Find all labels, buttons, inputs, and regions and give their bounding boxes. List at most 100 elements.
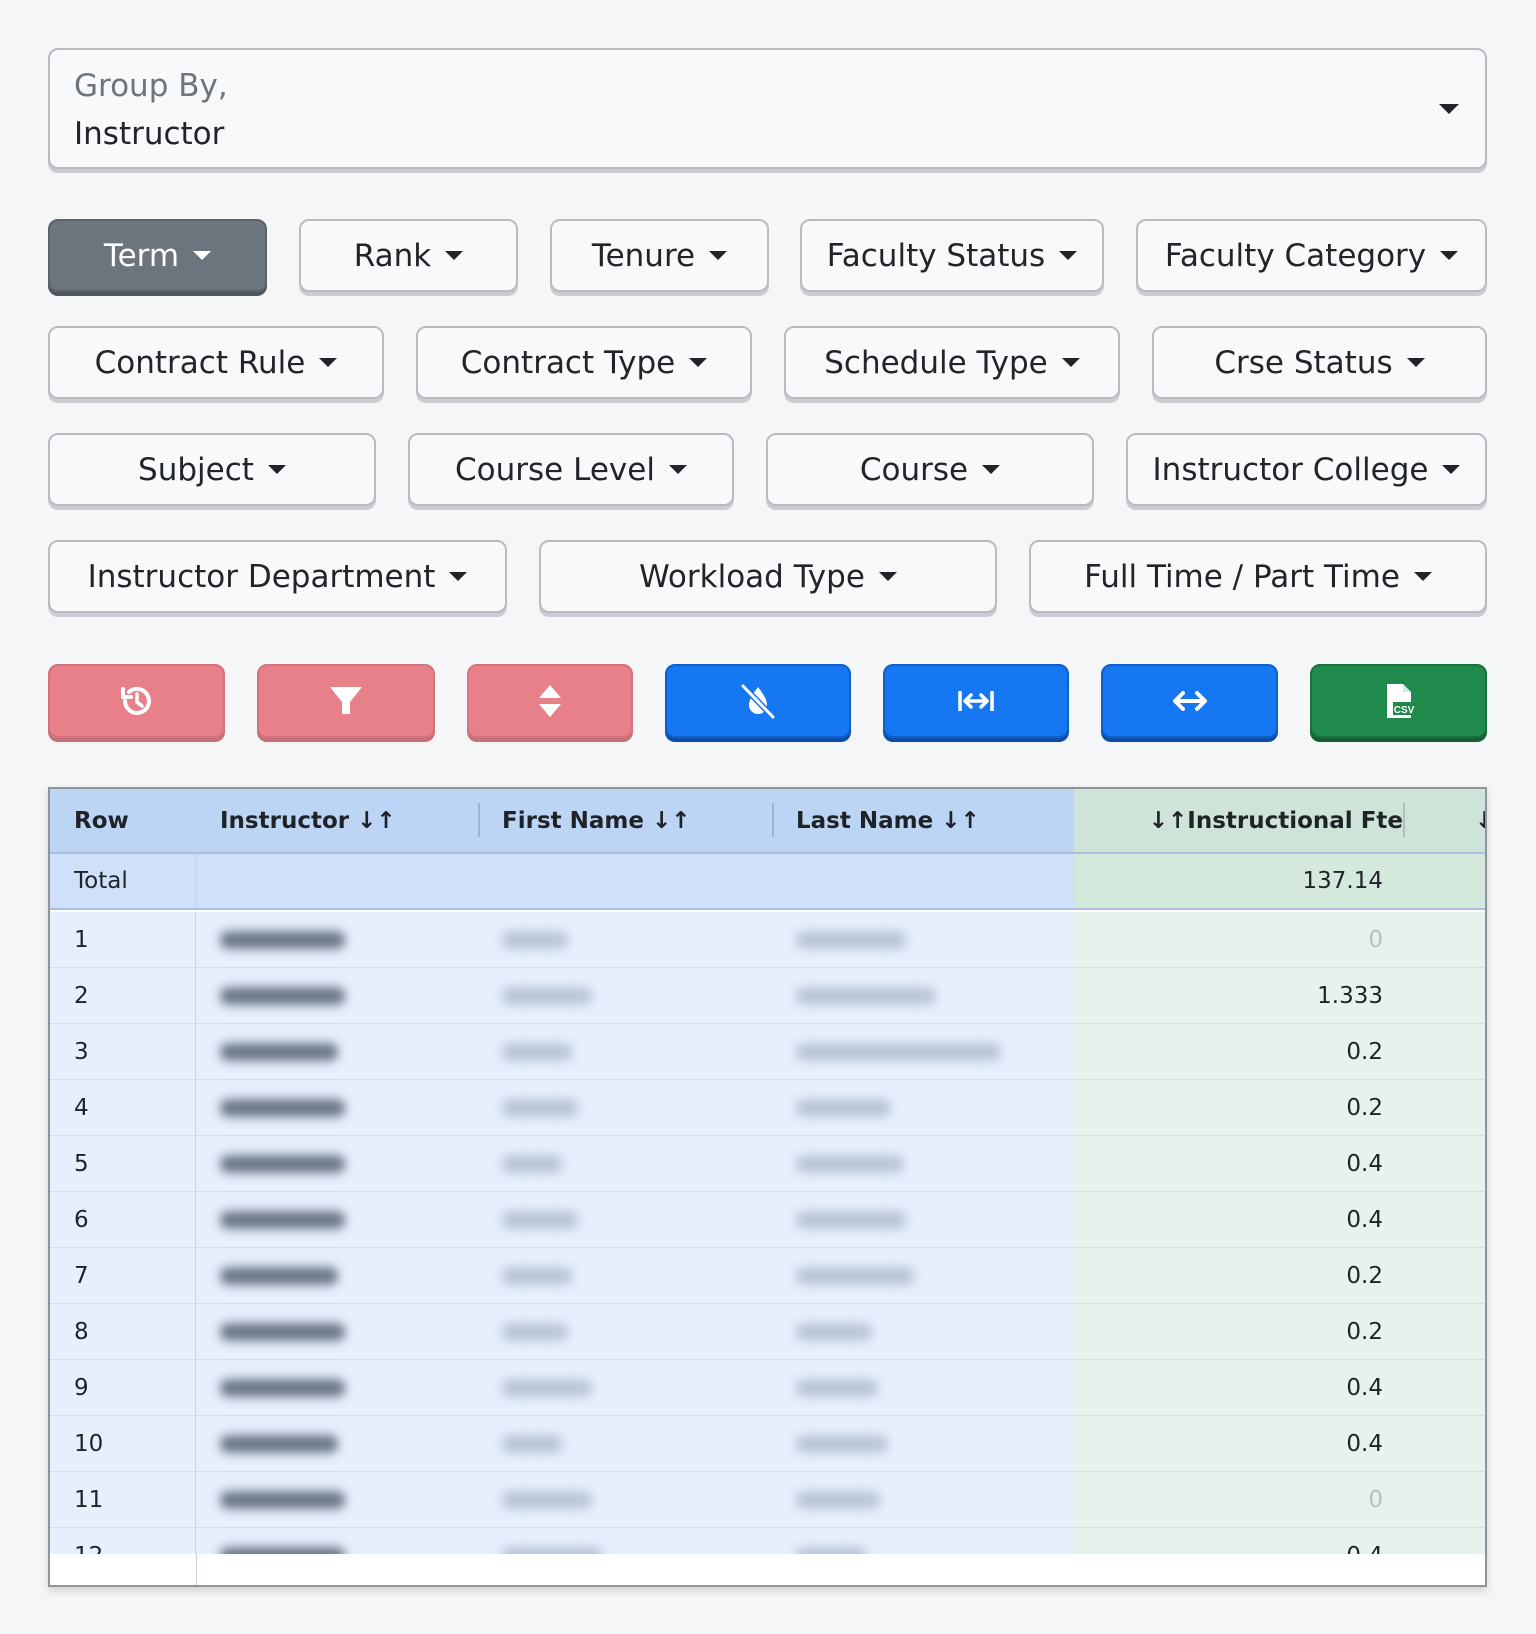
instructional-fte-cell: 0.2	[1074, 1080, 1485, 1135]
instructional-fte-cell: 0.2	[1074, 1304, 1485, 1359]
header-row[interactable]: Row	[50, 789, 196, 852]
last-name-cell-redacted	[772, 1248, 1074, 1303]
filter-faculty-status-dropdown[interactable]: Faculty Status	[800, 219, 1104, 292]
table-row[interactable]: 7 0.2	[50, 1248, 1485, 1304]
table-row[interactable]: 6 0.4	[50, 1192, 1485, 1248]
table-row[interactable]: 4 0.2	[50, 1080, 1485, 1136]
last-name-cell-redacted	[772, 1472, 1074, 1527]
history-icon	[120, 686, 151, 715]
grid-footer-divider	[196, 1554, 197, 1585]
filter-faculty-category-label: Faculty Category	[1164, 237, 1427, 274]
filter-tenure-dropdown[interactable]: Tenure	[550, 219, 769, 292]
caret-down-icon	[1061, 358, 1080, 367]
table-row[interactable]: 9 0.4	[50, 1360, 1485, 1416]
first-name-cell-redacted	[478, 1024, 772, 1079]
filter-term-label: Term	[103, 237, 180, 274]
header-last-name[interactable]: Last Name ↓↑	[772, 789, 1074, 852]
caret-down-icon	[1440, 251, 1459, 260]
first-name-cell-redacted	[478, 912, 772, 967]
filter-instructor-department-dropdown[interactable]: Instructor Department	[48, 540, 507, 613]
instructional-fte-cell: 0.4	[1074, 1136, 1485, 1191]
last-name-cell-redacted	[772, 1416, 1074, 1471]
filter-contract-type-dropdown[interactable]: Contract Type	[416, 326, 752, 399]
filter-schedule-type-dropdown[interactable]: Schedule Type	[784, 326, 1120, 399]
header-next-column[interactable]: ↓	[1475, 789, 1485, 852]
filter-crse-status-label: Crse Status	[1214, 344, 1393, 381]
caret-down-icon	[878, 572, 897, 581]
instructor-cell-redacted	[196, 968, 478, 1023]
last-name-cell-redacted	[772, 1304, 1074, 1359]
filter-course-label: Course	[859, 451, 969, 488]
table-row[interactable]: 10 0.4	[50, 1416, 1485, 1472]
filter-instructor-college-dropdown[interactable]: Instructor College	[1126, 433, 1487, 506]
filter-workload-type-label: Workload Type	[639, 558, 865, 595]
filter-course-level-dropdown[interactable]: Course Level	[408, 433, 734, 506]
instructor-cell-redacted	[196, 1304, 478, 1359]
caret-down-icon	[1406, 358, 1425, 367]
row-number: 1	[50, 912, 196, 967]
instructor-cell-redacted	[196, 1472, 478, 1527]
first-name-cell-redacted	[478, 968, 772, 1023]
caret-down-icon	[193, 251, 212, 260]
last-name-cell-redacted	[772, 1136, 1074, 1191]
grid-header-row: Row Instructor ↓↑ First Name ↓↑ Last Nam…	[50, 789, 1485, 854]
group-by-select[interactable]: Group By, Instructor	[48, 48, 1487, 169]
filter-faculty-status-label: Faculty Status	[826, 237, 1046, 274]
instructional-fte-cell: 0	[1074, 912, 1485, 967]
eye-slash-icon	[740, 683, 776, 720]
header-first-name[interactable]: First Name ↓↑	[478, 789, 772, 852]
column-resizer[interactable]	[1403, 803, 1405, 837]
table-row[interactable]: 10	[50, 912, 1485, 968]
filter-rank-dropdown[interactable]: Rank	[299, 219, 518, 292]
filter-course-level-label: Course Level	[455, 451, 655, 488]
table-row[interactable]: 3 0.2	[50, 1024, 1485, 1080]
instructor-cell-redacted	[196, 1080, 478, 1135]
first-name-cell-redacted	[478, 1304, 772, 1359]
group-by-value: Instructor	[74, 116, 225, 152]
filter-faculty-category-dropdown[interactable]: Faculty Category	[1136, 219, 1487, 292]
grid-footer-space	[50, 1554, 1485, 1585]
header-instructor[interactable]: Instructor ↓↑	[196, 789, 478, 852]
filter-contract-rule-dropdown[interactable]: Contract Rule	[48, 326, 384, 399]
instructor-cell-redacted	[196, 1192, 478, 1247]
instructor-cell-redacted	[196, 1416, 478, 1471]
last-name-cell-redacted	[772, 1024, 1074, 1079]
row-number: 2	[50, 968, 196, 1023]
fit-columns-button[interactable]	[883, 664, 1069, 738]
caret-down-icon	[1413, 572, 1432, 581]
instructor-cell-redacted	[196, 1136, 478, 1191]
last-name-cell-redacted	[772, 1192, 1074, 1247]
last-name-cell-redacted	[772, 1080, 1074, 1135]
filter-subject-dropdown[interactable]: Subject	[48, 433, 376, 506]
instructional-fte-cell: 0.2	[1074, 1248, 1485, 1303]
filter-full-part-time-dropdown[interactable]: Full Time / Part Time	[1029, 540, 1487, 613]
first-name-cell-redacted	[478, 1472, 772, 1527]
filter-workload-type-dropdown[interactable]: Workload Type	[539, 540, 997, 613]
last-name-cell-redacted	[772, 968, 1074, 1023]
instructional-fte-cell: 0.4	[1074, 1192, 1485, 1247]
filter-course-dropdown[interactable]: Course	[766, 433, 1094, 506]
caret-down-icon	[982, 465, 1001, 474]
header-instructional-fte[interactable]: ↓↑Instructional Fte	[1074, 789, 1485, 852]
export-csv-button[interactable]: CSV	[1310, 664, 1487, 738]
data-grid: Row Instructor ↓↑ First Name ↓↑ Last Nam…	[48, 787, 1487, 1587]
table-row[interactable]: 8 0.2	[50, 1304, 1485, 1360]
hide-columns-button[interactable]	[665, 664, 851, 738]
row-number: 9	[50, 1360, 196, 1415]
reset-history-button[interactable]	[48, 664, 225, 738]
first-name-cell-redacted	[478, 1192, 772, 1247]
filter-tenure-label: Tenure	[591, 237, 696, 274]
filter-crse-status-dropdown[interactable]: Crse Status	[1152, 326, 1487, 399]
total-label: Total	[50, 854, 196, 908]
filter-full-part-time-label: Full Time / Part Time	[1084, 558, 1400, 595]
filter-term-dropdown[interactable]: Term	[48, 219, 267, 292]
caret-down-icon	[445, 251, 464, 260]
instructor-cell-redacted	[196, 1248, 478, 1303]
row-number: 6	[50, 1192, 196, 1247]
table-row[interactable]: 11 0	[50, 1472, 1485, 1528]
sort-button[interactable]	[467, 664, 633, 738]
table-row[interactable]: 2 1.333	[50, 968, 1485, 1024]
auto-size-button[interactable]	[1101, 664, 1278, 738]
filter-button[interactable]	[257, 664, 435, 738]
table-row[interactable]: 5 0.4	[50, 1136, 1485, 1192]
